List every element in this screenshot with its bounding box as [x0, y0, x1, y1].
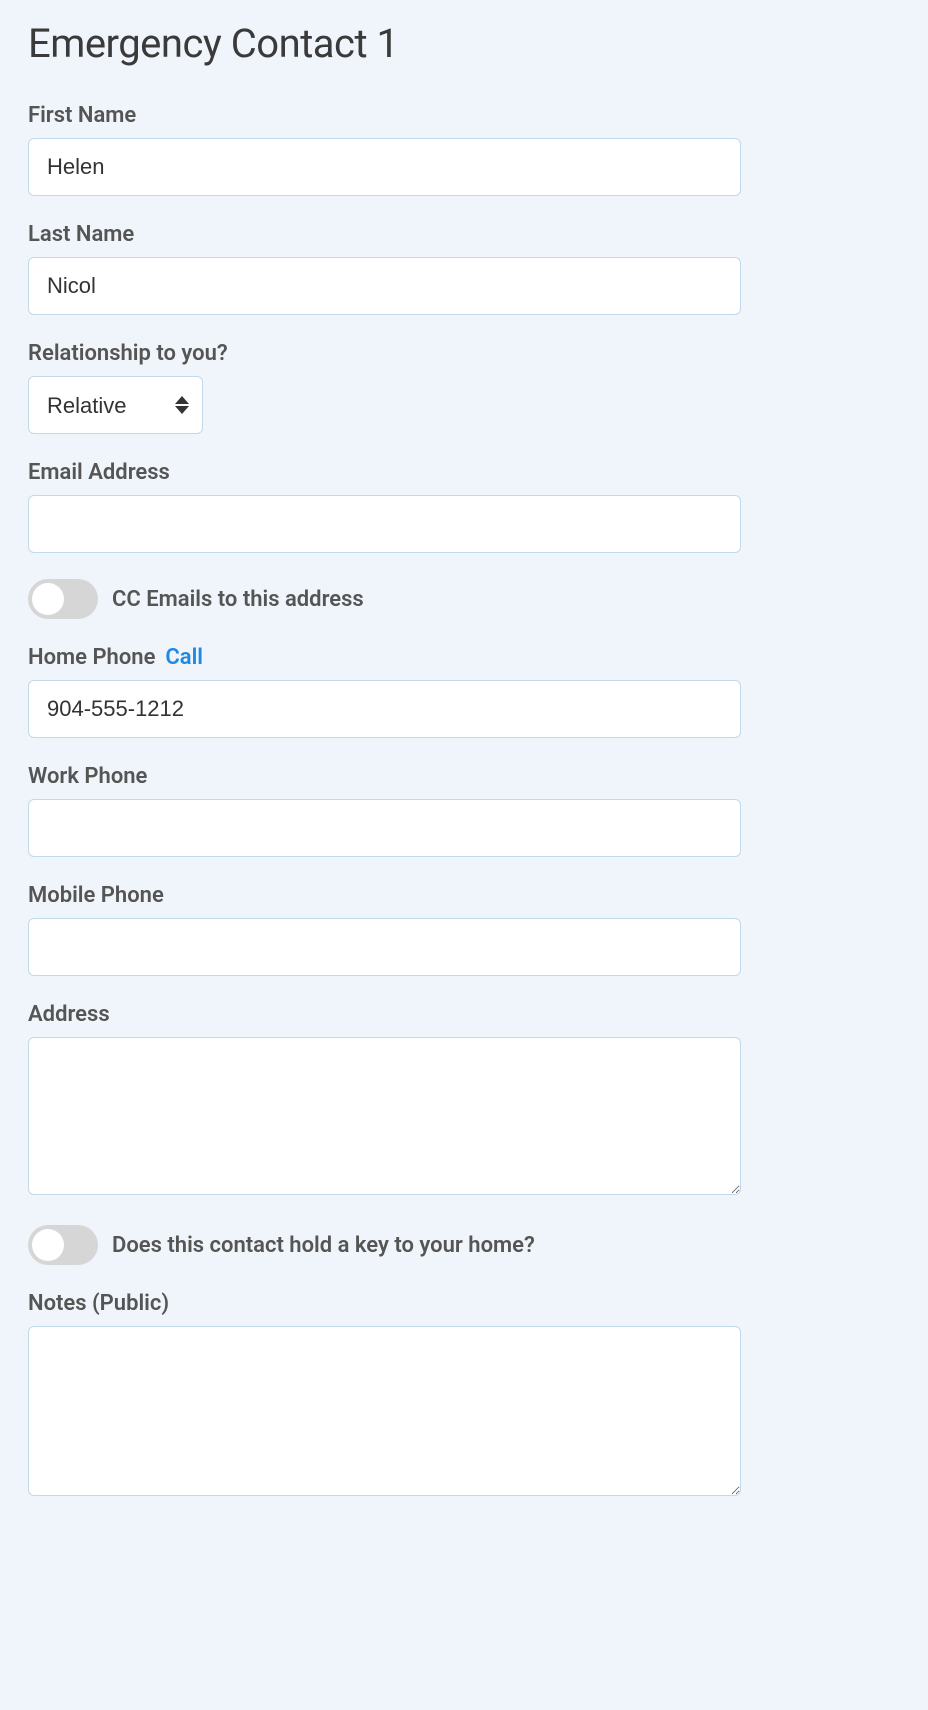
last-name-label: Last Name: [28, 222, 900, 247]
relationship-select-wrapper: Relative: [28, 376, 203, 434]
cc-emails-toggle-label: CC Emails to this address: [112, 587, 364, 612]
page-title: Emergency Contact 1: [28, 20, 900, 67]
work-phone-label: Work Phone: [28, 764, 900, 789]
first-name-input[interactable]: [28, 138, 741, 196]
work-phone-group: Work Phone: [28, 764, 900, 857]
home-phone-label: Home Phone: [28, 645, 155, 670]
mobile-phone-label: Mobile Phone: [28, 883, 900, 908]
relationship-label: Relationship to you?: [28, 341, 900, 366]
key-toggle-label: Does this contact hold a key to your hom…: [112, 1233, 535, 1258]
home-phone-input[interactable]: [28, 680, 741, 738]
work-phone-input[interactable]: [28, 799, 741, 857]
address-label: Address: [28, 1002, 900, 1027]
toggle-knob: [32, 583, 64, 615]
cc-emails-toggle-row: CC Emails to this address: [28, 579, 900, 619]
notes-input[interactable]: [28, 1326, 741, 1496]
toggle-knob: [32, 1229, 64, 1261]
key-toggle-row: Does this contact hold a key to your hom…: [28, 1225, 900, 1265]
notes-group: Notes (Public): [28, 1291, 900, 1500]
mobile-phone-input[interactable]: [28, 918, 741, 976]
address-input[interactable]: [28, 1037, 741, 1195]
email-input[interactable]: [28, 495, 741, 553]
first-name-group: First Name: [28, 103, 900, 196]
last-name-group: Last Name: [28, 222, 900, 315]
cc-emails-toggle[interactable]: [28, 579, 98, 619]
relationship-group: Relationship to you? Relative: [28, 341, 900, 434]
home-phone-label-row: Home Phone Call: [28, 645, 900, 670]
home-phone-group: Home Phone Call: [28, 645, 900, 738]
first-name-label: First Name: [28, 103, 900, 128]
address-group: Address: [28, 1002, 900, 1199]
home-phone-call-link[interactable]: Call: [165, 645, 203, 670]
key-toggle[interactable]: [28, 1225, 98, 1265]
last-name-input[interactable]: [28, 257, 741, 315]
mobile-phone-group: Mobile Phone: [28, 883, 900, 976]
relationship-select[interactable]: Relative: [28, 376, 203, 434]
email-label: Email Address: [28, 460, 900, 485]
email-group: Email Address: [28, 460, 900, 553]
notes-label: Notes (Public): [28, 1291, 900, 1316]
